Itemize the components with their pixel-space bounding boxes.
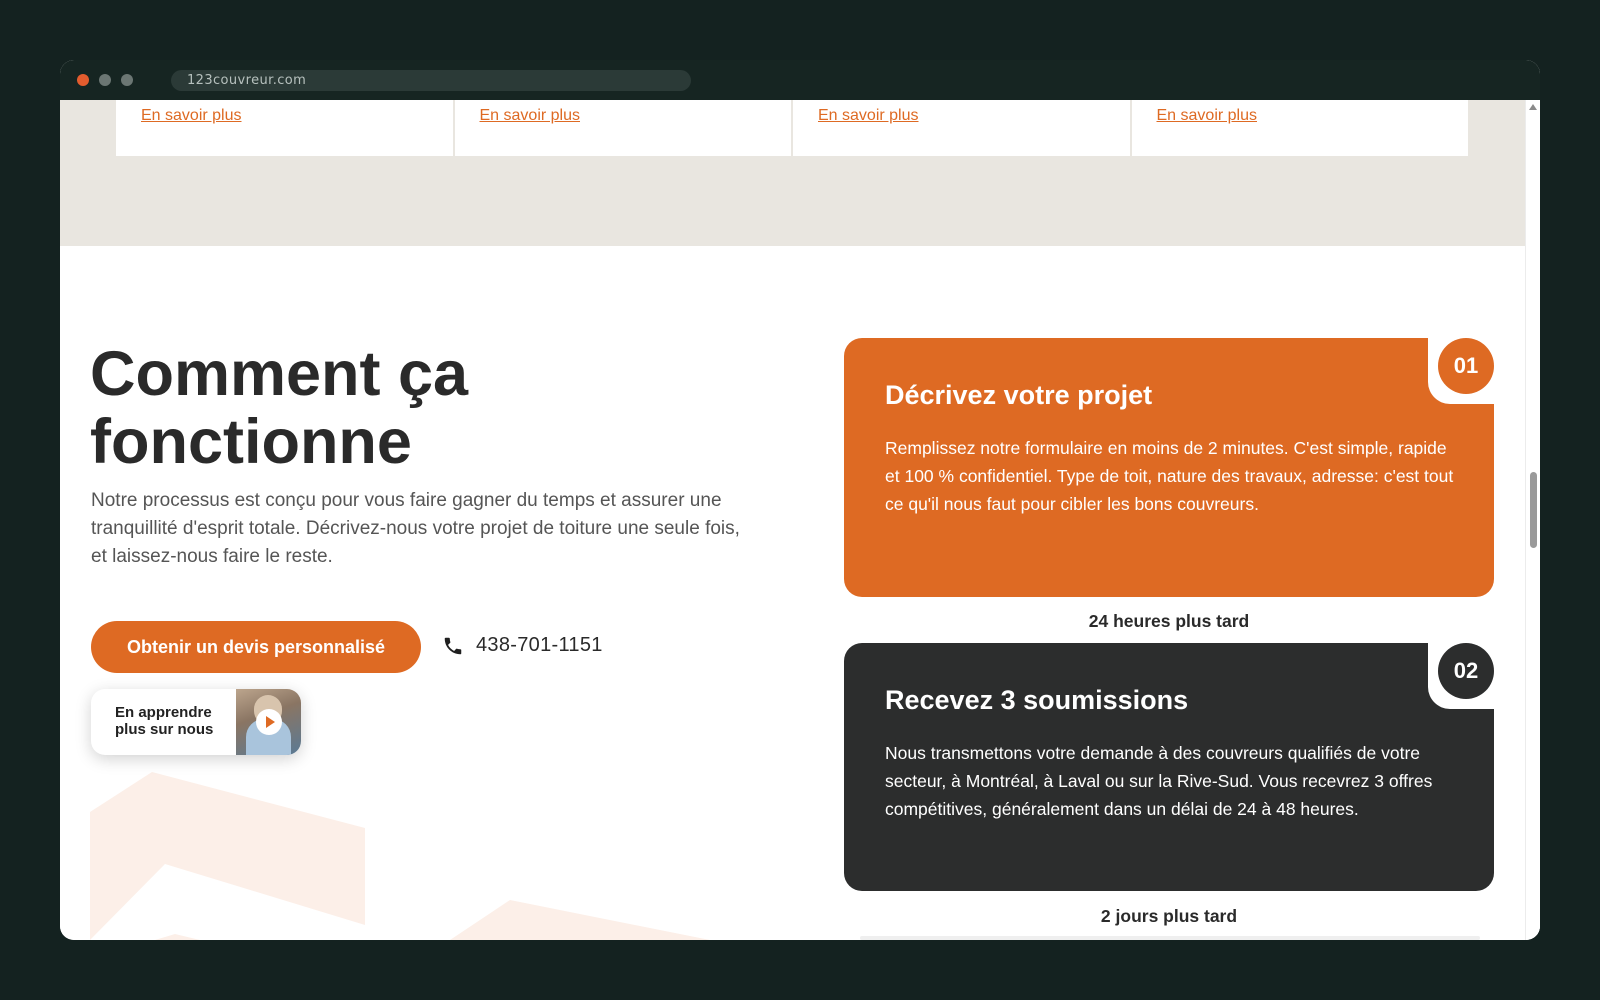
learn-more-link[interactable]: En savoir plus — [141, 107, 242, 124]
section-title: Comment ça fonctionne — [90, 340, 468, 476]
step-title: Recevez 3 soumissions — [885, 685, 1189, 715]
step-description: Remplissez notre formulaire en moins de … — [885, 438, 1454, 514]
next-card-edge — [860, 936, 1480, 940]
browser-titlebar: 123couvreur.com — [60, 60, 1540, 100]
video-card-label: En apprendre plus sur nous — [115, 704, 214, 738]
step-delay-label: 2 jours plus tard — [1100, 906, 1238, 926]
step-number-badge: 01 — [1438, 338, 1494, 394]
step-card-1: 01 Décrivez votre projet Remplissez notr… — [844, 338, 1494, 597]
section-intro: Notre processus est conçu pour vous fair… — [91, 490, 740, 567]
play-icon[interactable] — [256, 709, 282, 735]
browser-window: 123couvreur.com En savoir plus En savoir… — [60, 60, 1540, 940]
page-viewport: En savoir plus En savoir plus En savoir … — [60, 100, 1540, 940]
services-section: En savoir plus En savoir plus En savoir … — [60, 100, 1525, 246]
video-thumbnail — [236, 689, 301, 755]
learn-more-link[interactable]: En savoir plus — [1157, 107, 1258, 124]
scroll-thumb[interactable] — [1530, 472, 1537, 548]
close-window-dot[interactable] — [77, 74, 89, 86]
phone-link[interactable]: 438-701-1151 — [442, 634, 603, 657]
service-cards: En savoir plus En savoir plus En savoir … — [116, 100, 1468, 156]
scroll-up-arrow-icon[interactable] — [1529, 104, 1537, 110]
phone-number: 438-701-1151 — [476, 634, 603, 656]
about-video-card[interactable]: En apprendre plus sur nous — [91, 689, 301, 755]
service-card: En savoir plus — [116, 100, 453, 156]
step-title: Décrivez votre projet — [885, 380, 1153, 410]
maximize-window-dot[interactable] — [121, 74, 133, 86]
phone-icon — [444, 637, 462, 654]
section-title-line: Comment ça — [90, 339, 469, 409]
section-title-line: fonctionne — [90, 407, 412, 477]
address-bar[interactable]: 123couvreur.com — [171, 70, 691, 91]
quote-button[interactable]: Obtenir un devis personnalisé — [91, 621, 421, 673]
step-number-badge: 02 — [1438, 643, 1494, 699]
learn-more-link[interactable]: En savoir plus — [818, 107, 919, 124]
decorative-roof-shapes — [90, 772, 710, 940]
step-description: Nous transmettons votre demande à des co… — [885, 743, 1433, 819]
service-card: En savoir plus — [1131, 100, 1468, 156]
minimize-window-dot[interactable] — [99, 74, 111, 86]
vertical-scrollbar[interactable] — [1525, 100, 1540, 940]
service-card: En savoir plus — [793, 100, 1130, 156]
step-card-2: 02 Recevez 3 soumissions Nous transmetto… — [844, 643, 1494, 891]
service-card: En savoir plus — [454, 100, 791, 156]
learn-more-link[interactable]: En savoir plus — [480, 107, 581, 124]
step-delay-label: 24 heures plus tard — [1088, 611, 1250, 631]
